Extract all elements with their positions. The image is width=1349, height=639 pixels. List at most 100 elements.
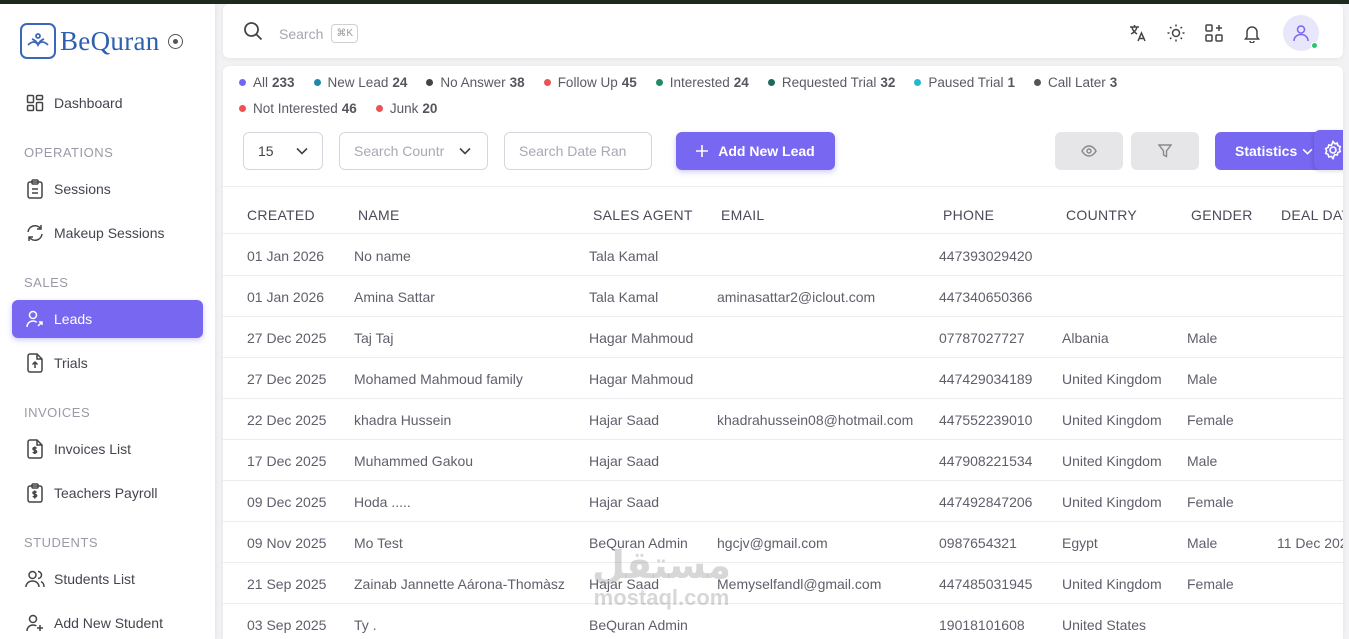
date-range-input[interactable]: Search Date Ran: [504, 132, 652, 170]
cell-country: United Kingdom: [1062, 576, 1162, 592]
status-filter-count: 38: [509, 74, 525, 90]
cell-created: 03 Sep 2025: [247, 617, 327, 633]
table-row[interactable]: 09 Nov 2025 Mo Test BeQuran Admin hgcjv@gma…: [223, 522, 1343, 563]
quran-logo-icon: [20, 23, 56, 59]
table-row[interactable]: 09 Dec 2025 Hoda ..... Hajar Saad 447492847…: [223, 481, 1343, 522]
status-filter-requested-trial[interactable]: Requested Trial 32: [767, 74, 895, 90]
column-header-deal-dat[interactable]: DEAL DAT: [1281, 207, 1343, 223]
table-row[interactable]: 27 Dec 2025 Taj Taj Hagar Mahmoud 077870277…: [223, 317, 1343, 358]
user-avatar[interactable]: [1283, 15, 1319, 51]
cell-name[interactable]: Ty .: [354, 617, 377, 633]
bell-notification-icon[interactable]: [1241, 22, 1263, 44]
status-filter-call-later[interactable]: Call Later 3: [1033, 74, 1117, 90]
status-filter-follow-up[interactable]: Follow Up 45: [543, 74, 637, 90]
cell-email[interactable]: aminasattar2@iclout.com: [717, 289, 875, 305]
cell-sales-agent: BeQuran Admin: [589, 535, 688, 551]
sidebar-toggle-icon[interactable]: [167, 33, 183, 49]
column-header-created[interactable]: CREATED: [247, 207, 315, 223]
cell-phone: 447429034189: [939, 371, 1033, 387]
global-search[interactable]: Search ⌘K: [243, 21, 359, 46]
column-header-sales-agent[interactable]: SALES AGENT: [593, 207, 693, 223]
cell-created: 17 Dec 2025: [247, 453, 327, 469]
cell-name[interactable]: khadra Hussein: [354, 412, 451, 428]
sidebar-item-leads[interactable]: Leads: [12, 300, 203, 338]
search-input[interactable]: Search: [279, 26, 323, 42]
status-filter-junk[interactable]: Junk 20: [375, 100, 438, 116]
cell-email[interactable]: Memyselfandl@gmail.com: [717, 576, 881, 592]
cell-name[interactable]: Zainab Jannette Aárona-Thomàsz: [354, 576, 565, 592]
cell-name[interactable]: Mo Test: [354, 535, 403, 551]
country-filter-select[interactable]: Search Countr: [339, 132, 488, 170]
search-shortcut-badge: ⌘K: [331, 24, 359, 43]
status-dot: [914, 78, 922, 86]
status-filter-label: Paused Trial: [928, 74, 1004, 90]
column-header-gender[interactable]: GENDER: [1191, 207, 1253, 223]
sidebar-item-label: Teachers Payroll: [54, 485, 158, 501]
table-row[interactable]: 01 Jan 2026 Amina Sattar Tala Kamal aminasa…: [223, 276, 1343, 317]
status-filter-no-answer[interactable]: No Answer 38: [426, 74, 525, 90]
cell-name[interactable]: Mohamed Mahmoud family: [354, 371, 523, 387]
sidebar-item-trials[interactable]: Trials: [12, 344, 203, 382]
cell-email[interactable]: khadrahussein08@hotmail.com: [717, 412, 913, 428]
status-filter-count: 1: [1007, 74, 1015, 90]
cell-country: United Kingdom: [1062, 453, 1162, 469]
column-header-country[interactable]: COUNTRY: [1066, 207, 1137, 223]
sidebar-item-dashboard[interactable]: Dashboard: [12, 84, 203, 122]
status-dot: [426, 78, 434, 86]
brand-logo[interactable]: BeQuran: [20, 23, 183, 59]
sidebar-item-invoices-list[interactable]: Invoices List: [12, 430, 203, 468]
table-row[interactable]: 22 Dec 2025 khadra Hussein Hajar Saad khadr…: [223, 399, 1343, 440]
cell-sales-agent: Hagar Mahmoud: [589, 330, 694, 346]
cell-country: United Kingdom: [1062, 494, 1162, 510]
column-header-email[interactable]: EMAIL: [721, 207, 765, 223]
cell-phone: 0987654321: [939, 535, 1017, 551]
cell-name[interactable]: Amina Sattar: [354, 289, 435, 305]
table-row[interactable]: 17 Dec 2025 Muhammed Gakou Hajar Saad 44790…: [223, 440, 1343, 481]
status-filter-new-lead[interactable]: New Lead 24: [313, 74, 407, 90]
table-header: CREATED NAME SALES AGENT EMAIL PHONE COUNTRY G…: [223, 186, 1343, 234]
cell-country: United Kingdom: [1062, 412, 1162, 428]
table-row[interactable]: 27 Dec 2025 Mohamed Mahmoud family Hagar M…: [223, 358, 1343, 399]
sidebar-item-teachers-payroll[interactable]: Teachers Payroll: [12, 474, 203, 512]
customizer-settings-button[interactable]: [1314, 130, 1343, 170]
cell-phone: 447485031945: [939, 576, 1033, 592]
sidebar-item-sessions[interactable]: Sessions: [12, 170, 203, 208]
per-page-select[interactable]: 15: [243, 132, 323, 170]
status-filter-count: 20: [422, 100, 438, 116]
table-row[interactable]: 01 Jan 2026 No name Tala Kamal 447393029420: [223, 235, 1343, 276]
sidebar-item-add-new-student[interactable]: Add New Student: [12, 604, 203, 639]
translate-icon[interactable]: [1127, 22, 1149, 44]
status-filter-paused-trial[interactable]: Paused Trial 1: [914, 74, 1015, 90]
column-header-name[interactable]: NAME: [358, 207, 400, 223]
table-row[interactable]: 03 Sep 2025 Ty . BeQuran Admin 19018101608 U…: [223, 604, 1343, 639]
cell-created: 21 Sep 2025: [247, 576, 327, 592]
sidebar-item-makeup-sessions[interactable]: Makeup Sessions: [12, 214, 203, 252]
cell-created: 27 Dec 2025: [247, 330, 327, 346]
status-dot: [239, 78, 246, 86]
cell-country: Albania: [1062, 330, 1109, 346]
apps-grid-icon[interactable]: [1203, 22, 1225, 44]
cell-name[interactable]: No name: [354, 248, 411, 264]
cell-name[interactable]: Hoda .....: [354, 494, 411, 510]
status-filter-not-interested[interactable]: Not Interested 46: [239, 100, 357, 116]
cell-sales-agent: Hajar Saad: [589, 576, 660, 592]
cell-email[interactable]: hgcjv@gmail.com: [717, 535, 828, 551]
table-row[interactable]: 21 Sep 2025 Zainab Jannette Aárona-Thomàs…: [223, 563, 1343, 604]
cell-name[interactable]: Taj Taj: [354, 330, 393, 346]
sidebar-item-students-list[interactable]: Students List: [12, 560, 203, 598]
search-icon[interactable]: [243, 21, 263, 46]
sun-theme-icon[interactable]: [1165, 22, 1187, 44]
sidebar: BeQuran Dashboard OPERATIONS Sessions Ma…: [0, 4, 215, 639]
add-new-lead-button[interactable]: Add New Lead: [676, 132, 835, 170]
sidebar-item-label: Sessions: [54, 181, 111, 197]
status-dot: [375, 104, 383, 112]
toggle-columns-button[interactable]: [1055, 132, 1123, 170]
sidebar-item-label: Makeup Sessions: [54, 225, 165, 241]
chevron-down-icon: [1302, 148, 1313, 155]
filter-button[interactable]: [1131, 132, 1199, 170]
status-filter-all[interactable]: All 233: [239, 74, 295, 90]
column-header-phone[interactable]: PHONE: [943, 207, 994, 223]
cell-sales-agent: Hajar Saad: [589, 453, 660, 469]
status-filter-interested[interactable]: Interested 24: [655, 74, 749, 90]
cell-name[interactable]: Muhammed Gakou: [354, 453, 473, 469]
